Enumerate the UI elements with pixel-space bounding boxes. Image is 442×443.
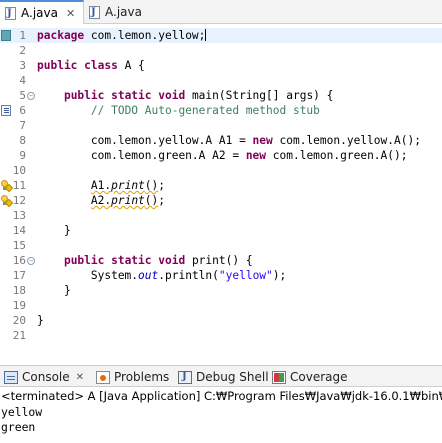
tab-a-java-active[interactable]: J A.java ✕ <box>0 0 84 24</box>
line-number: 18 <box>12 284 26 297</box>
coverage-icon <box>272 370 286 384</box>
line-number: 9 <box>19 149 26 162</box>
tab-a-java-inactive[interactable]: J A.java <box>86 0 146 24</box>
code-line[interactable]: 8 com.lemon.yellow.A A1 = new com.lemon.… <box>0 133 442 148</box>
code-text: } <box>37 224 71 237</box>
line-number: 8 <box>19 134 26 147</box>
tab-debug-shell[interactable]: Debug Shell <box>178 366 269 388</box>
code-line[interactable]: 16− public static void print() { <box>0 253 442 268</box>
tab-console[interactable]: Console ✕ <box>4 366 84 388</box>
code-text: com.lemon.yellow.A A1 = new com.lemon.ye… <box>37 134 421 147</box>
tab-console-label: Console <box>22 370 70 384</box>
code-line[interactable]: 6 // TODO Auto-generated method stub <box>0 103 442 118</box>
code-text: package com.lemon.yellow; <box>37 29 207 42</box>
line-number: 11 <box>12 179 26 192</box>
tab-debug-shell-label: Debug Shell <box>196 370 269 384</box>
tab-problems-label: Problems <box>114 370 170 384</box>
code-text: System.out.println("yellow"); <box>37 269 287 282</box>
code-line[interactable]: 12 A2.print(); <box>0 193 442 208</box>
code-line[interactable]: 1 package com.lemon.yellow; <box>0 28 442 43</box>
code-line[interactable]: 11 A1.print(); <box>0 178 442 193</box>
line-number: 2 <box>19 44 26 57</box>
code-line[interactable]: 21 <box>0 328 442 343</box>
panel-tab-bar: Console ✕ Problems Debug Shell Coverage <box>0 365 442 387</box>
line-number: 6 <box>19 104 26 117</box>
code-line[interactable]: 4 <box>0 73 442 88</box>
code-line[interactable]: 10 <box>0 163 442 178</box>
code-line[interactable]: 9 com.lemon.green.A A2 = new com.lemon.g… <box>0 148 442 163</box>
line-number: 10 <box>12 164 26 177</box>
tab-label: A.java <box>105 5 142 19</box>
console-icon <box>4 370 18 384</box>
console-output-line: green <box>1 420 36 434</box>
line-number: 14 <box>12 224 26 237</box>
line-number: 15 <box>12 239 26 252</box>
line-number: 12 <box>12 194 26 207</box>
code-text: A2.print(); <box>90 194 166 207</box>
fold-collapse-icon[interactable]: − <box>27 257 35 265</box>
code-line[interactable]: 3 public class A { <box>0 58 442 73</box>
tab-coverage[interactable]: Coverage <box>272 366 348 388</box>
code-text: public static void print() { <box>63 254 253 267</box>
code-line[interactable]: 19 <box>0 298 442 313</box>
line-number: 20 <box>12 314 26 327</box>
code-line[interactable]: 18 } <box>0 283 442 298</box>
code-text: public static void main(String[] args) { <box>63 89 334 102</box>
code-text: } <box>37 284 71 297</box>
console-status-line: <terminated> A [Java Application] C:₩Pro… <box>1 389 442 403</box>
line-number: 21 <box>12 329 26 342</box>
code-line[interactable]: 5− public static void main(String[] args… <box>0 88 442 103</box>
line-number: 7 <box>19 119 26 132</box>
code-text: } <box>37 314 44 327</box>
fold-collapse-icon[interactable]: − <box>27 92 35 100</box>
problems-icon <box>96 370 110 384</box>
tab-label: A.java <box>21 6 58 20</box>
line-number: 1 <box>19 29 26 42</box>
code-line[interactable]: 20} <box>0 313 442 328</box>
line-number: 16 <box>12 254 26 267</box>
close-icon[interactable]: ✕ <box>76 372 84 383</box>
close-icon[interactable]: ✕ <box>66 7 75 20</box>
console-output-line: yellow <box>1 405 43 419</box>
code-line[interactable]: 15 <box>0 238 442 253</box>
code-text: public class A { <box>37 59 145 72</box>
code-text: A1.print(); <box>90 179 166 192</box>
line-number: 13 <box>12 209 26 222</box>
line-number: 19 <box>12 299 26 312</box>
java-file-icon: J <box>4 6 17 21</box>
tab-coverage-label: Coverage <box>290 370 348 384</box>
editor-tab-bar: J A.java ✕ J A.java <box>0 0 442 24</box>
java-file-icon: J <box>88 5 101 20</box>
code-line[interactable]: 13 <box>0 208 442 223</box>
code-line[interactable]: 14 } <box>0 223 442 238</box>
code-line[interactable]: 7 <box>0 118 442 133</box>
line-number: 5 <box>19 89 26 102</box>
code-text: com.lemon.green.A A2 = new com.lemon.gre… <box>37 149 408 162</box>
line-number: 3 <box>19 59 26 72</box>
code-text: // TODO Auto-generated method stub <box>90 104 320 117</box>
line-number: 4 <box>19 74 26 87</box>
code-line[interactable]: 17 System.out.println("yellow"); <box>0 268 442 283</box>
debug-shell-icon <box>178 370 192 384</box>
line-number: 17 <box>12 269 26 282</box>
tab-problems[interactable]: Problems <box>96 366 169 388</box>
code-line[interactable]: 2 <box>0 43 442 58</box>
code-editor[interactable]: 1 package com.lemon.yellow; 2 3 public class… <box>0 25 442 352</box>
